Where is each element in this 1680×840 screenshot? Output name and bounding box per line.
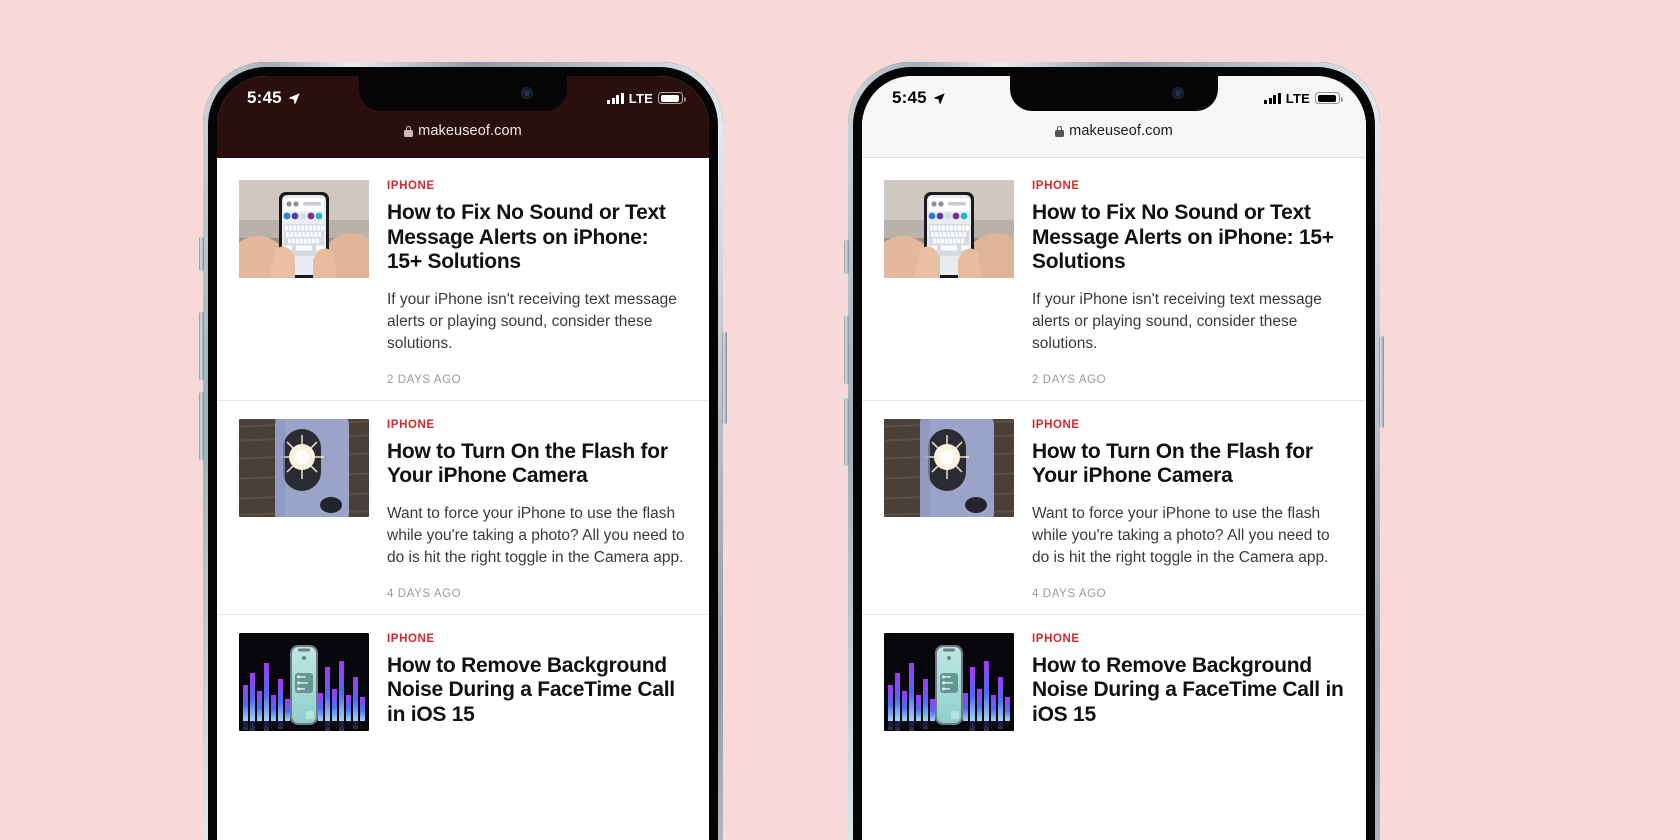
article-text: IPHONE How to Remove Background Noise Du… xyxy=(387,633,687,742)
volume-up-button-right[interactable] xyxy=(844,316,849,384)
article-text: IPHONE How to Turn On the Flash for Your… xyxy=(1032,419,1344,600)
iphone-audio-equalizer-facetime-photo xyxy=(884,632,1014,731)
lock-icon xyxy=(1055,125,1065,137)
article-headline[interactable]: How to Remove Background Noise During a … xyxy=(1032,654,1344,728)
article-category[interactable]: IPHONE xyxy=(387,633,687,645)
power-button-right[interactable] xyxy=(1379,336,1384,428)
article-timestamp: 4 DAYS AGO xyxy=(387,587,462,600)
article-text: IPHONE How to Fix No Sound or Text Messa… xyxy=(387,180,687,386)
phone-body-left: 5:45 LTE makeuseof.com IPHONE How to Fix… xyxy=(208,67,718,840)
status-time: 5:45 xyxy=(892,88,927,107)
status-bar-left-group: 5:45 xyxy=(892,88,946,108)
lock-icon xyxy=(404,125,414,137)
status-bar-right-group: LTE xyxy=(607,90,686,106)
article-category[interactable]: IPHONE xyxy=(387,180,687,192)
article-list-left: IPHONE How to Fix No Sound or Text Messa… xyxy=(217,158,709,840)
article-headline[interactable]: How to Remove Background Noise During a … xyxy=(387,654,687,728)
article-thumbnail[interactable] xyxy=(239,180,369,278)
article-excerpt: If your iPhone isn't receiving text mess… xyxy=(1032,290,1322,352)
article-category[interactable]: IPHONE xyxy=(387,419,687,431)
article-text: IPHONE How to Turn On the Flash for Your… xyxy=(387,419,687,600)
article-category[interactable]: IPHONE xyxy=(1032,419,1344,431)
article-item[interactable]: IPHONE How to Remove Background Noise Du… xyxy=(217,613,709,756)
article-item[interactable]: IPHONE How to Remove Background Noise Du… xyxy=(862,613,1366,756)
browser-address-bar-right[interactable]: makeuseof.com xyxy=(862,120,1366,158)
article-headline[interactable]: How to Turn On the Flash for Your iPhone… xyxy=(387,440,687,489)
article-thumbnail[interactable] xyxy=(884,180,1014,278)
article-text: IPHONE How to Fix No Sound or Text Messa… xyxy=(1032,180,1344,386)
volume-up-button-left[interactable] xyxy=(199,312,204,380)
battery-icon xyxy=(1315,92,1343,104)
battery-icon xyxy=(658,92,686,104)
device-left: 5:45 LTE makeuseof.com IPHONE How to Fix… xyxy=(199,62,727,840)
url-display-left[interactable]: makeuseof.com xyxy=(404,123,522,139)
article-headline[interactable]: How to Fix No Sound or Text Message Aler… xyxy=(1032,201,1344,275)
browser-address-bar-left[interactable]: makeuseof.com xyxy=(217,120,709,158)
article-item[interactable]: IPHONE How to Turn On the Flash for Your… xyxy=(862,399,1366,614)
silent-switch-right[interactable] xyxy=(844,240,849,274)
cellular-bars-icon xyxy=(607,92,624,104)
article-item[interactable]: IPHONE How to Fix No Sound or Text Messa… xyxy=(862,158,1366,400)
article-headline[interactable]: How to Turn On the Flash for Your iPhone… xyxy=(1032,440,1344,489)
front-camera-icon xyxy=(521,87,533,99)
article-thumbnail[interactable] xyxy=(239,418,369,517)
top-chrome-right: 5:45 LTE makeuseof.com xyxy=(862,76,1366,158)
silent-switch-left[interactable] xyxy=(199,237,204,271)
article-category[interactable]: IPHONE xyxy=(1032,180,1344,192)
notch-right xyxy=(1010,76,1218,111)
network-type-label: LTE xyxy=(1285,90,1310,106)
article-thumbnail[interactable] xyxy=(239,632,369,731)
volume-down-button-right[interactable] xyxy=(844,398,849,466)
screen-left: 5:45 LTE makeuseof.com IPHONE How to Fix… xyxy=(217,76,709,840)
article-text: IPHONE How to Remove Background Noise Du… xyxy=(1032,633,1344,742)
url-text: makeuseof.com xyxy=(418,123,522,139)
article-thumbnail[interactable] xyxy=(884,632,1014,731)
hands-holding-iphone-keyboard-photo xyxy=(884,180,1014,278)
location-arrow-icon xyxy=(934,92,945,104)
status-bar-left-group: 5:45 xyxy=(247,88,301,108)
article-headline[interactable]: How to Fix No Sound or Text Message Aler… xyxy=(387,201,687,275)
power-button-left[interactable] xyxy=(722,332,727,424)
article-timestamp: 2 DAYS AGO xyxy=(1032,373,1107,386)
iphone-camera-flash-on-wood-photo xyxy=(239,418,369,517)
article-excerpt: Want to force your iPhone to use the fla… xyxy=(387,504,685,566)
article-thumbnail[interactable] xyxy=(884,418,1014,517)
cellular-bars-icon xyxy=(1264,92,1281,104)
url-text: makeuseof.com xyxy=(1069,123,1173,139)
front-camera-icon xyxy=(1172,87,1184,99)
article-category[interactable]: IPHONE xyxy=(1032,633,1344,645)
screen-right: 5:45 LTE makeuseof.com IPHONE How to Fix… xyxy=(862,76,1366,840)
top-chrome-left: 5:45 LTE makeuseof.com xyxy=(217,76,709,158)
network-type-label: LTE xyxy=(628,90,653,106)
article-list-right: IPHONE How to Fix No Sound or Text Messa… xyxy=(862,158,1366,840)
article-timestamp: 2 DAYS AGO xyxy=(387,373,462,386)
url-display-right[interactable]: makeuseof.com xyxy=(1055,123,1173,139)
status-bar-right-group: LTE xyxy=(1264,90,1343,106)
volume-down-button-left[interactable] xyxy=(199,392,204,460)
device-right: 5:45 LTE makeuseof.com IPHONE How to Fix… xyxy=(844,62,1384,840)
article-excerpt: Want to force your iPhone to use the fla… xyxy=(1032,504,1330,566)
phone-body-right: 5:45 LTE makeuseof.com IPHONE How to Fix… xyxy=(853,67,1375,840)
location-arrow-icon xyxy=(289,92,300,104)
article-excerpt: If your iPhone isn't receiving text mess… xyxy=(387,290,677,352)
hands-holding-iphone-keyboard-photo xyxy=(239,180,369,278)
article-item[interactable]: IPHONE How to Turn On the Flash for Your… xyxy=(217,399,709,614)
iphone-camera-flash-on-wood-photo xyxy=(884,418,1014,517)
iphone-audio-equalizer-facetime-photo xyxy=(239,632,369,731)
article-item[interactable]: IPHONE How to Fix No Sound or Text Messa… xyxy=(217,158,709,400)
status-time: 5:45 xyxy=(247,88,282,107)
article-timestamp: 4 DAYS AGO xyxy=(1032,587,1107,600)
notch-left xyxy=(359,76,567,111)
